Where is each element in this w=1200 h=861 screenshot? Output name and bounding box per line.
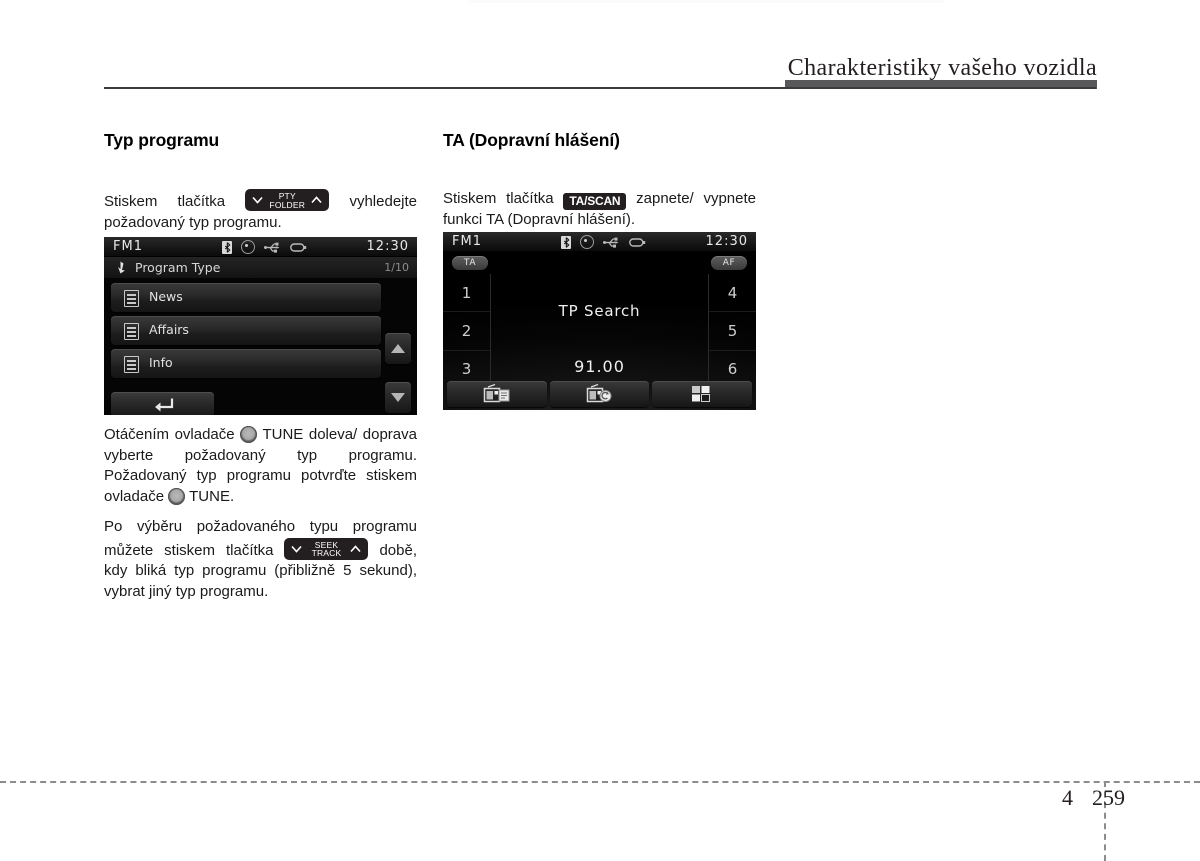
paragraph-text: Stiskem tlačítka xyxy=(104,193,226,210)
status-bar-left: FM1 12:30 xyxy=(104,237,417,257)
disc-icon xyxy=(580,235,594,249)
list-header: Program Type 1/10 xyxy=(104,257,417,279)
section-title-ta: TA (Dopravní hlášení) xyxy=(443,130,620,150)
usb-icon xyxy=(264,242,280,253)
status-icon-group xyxy=(222,240,307,254)
af-status-badge[interactable]: AF xyxy=(711,256,747,270)
preset-grid-button[interactable] xyxy=(652,381,753,407)
chapter-number: 4 xyxy=(1062,785,1073,810)
chevron-down-icon xyxy=(291,545,303,553)
list-item-icon xyxy=(124,356,139,373)
list-item[interactable]: Affairs xyxy=(111,316,381,345)
bluetooth-glyph xyxy=(224,241,230,253)
ta-status-badge[interactable]: TA xyxy=(452,256,488,270)
status-icon-group xyxy=(561,235,646,249)
status-source-label: FM1 xyxy=(113,239,143,254)
radio-scan-button[interactable] xyxy=(549,381,650,407)
bluetooth-icon xyxy=(222,240,232,254)
ta-scan-key[interactable]: TA/SCAN xyxy=(563,193,627,210)
paragraph-tune-instruction: Otáčením ovladače TUNE doleva/ doprava v… xyxy=(104,425,417,507)
list-item-label: Affairs xyxy=(149,322,189,337)
chevron-up-icon xyxy=(311,196,322,204)
scan-artifact xyxy=(468,0,944,3)
bluetooth-glyph xyxy=(563,236,569,248)
section-title-typ-programu: Typ programu xyxy=(104,130,220,150)
return-arrow-icon xyxy=(155,398,174,412)
left-column-lower: Otáčením ovladače TUNE doleva/ doprava v… xyxy=(104,425,417,602)
radio-list-button[interactable] xyxy=(447,381,547,407)
paragraph-text: Stiskem tlačítka xyxy=(443,190,554,207)
softkey-bar xyxy=(443,381,756,410)
scroll-down-button[interactable] xyxy=(385,382,411,413)
list-page-indicator: 1/10 xyxy=(384,261,409,274)
paragraph-text: Otáčením ovladače xyxy=(104,426,235,443)
left-column: Typ programu Stiskem tlačítka PTY FOLDER… xyxy=(104,130,417,239)
preset-grid-icon xyxy=(692,386,711,402)
tune-knob-icon xyxy=(240,426,258,443)
tp-search-status: TP Search xyxy=(558,302,641,320)
radio-scan-icon xyxy=(586,384,611,403)
tune-knob-icon xyxy=(168,487,186,505)
crop-line-horizontal xyxy=(0,781,1200,783)
disc-icon xyxy=(241,240,255,254)
infotainment-screen-radio: FM1 12:30 TA AF 1 2 3 4 5 6 TP Search 91… xyxy=(443,232,756,410)
infotainment-screen-program-type: FM1 12:30 Program Type 1/10 News Affairs… xyxy=(104,237,417,415)
list-body: News Affairs Info xyxy=(104,279,417,415)
list-item[interactable]: News xyxy=(111,283,381,312)
paragraph-seek-instruction: Po výběru požadovaného typu programu můž… xyxy=(104,517,417,602)
paragraph-text: Po výběru požadovaného typu programu můž… xyxy=(104,518,417,559)
page-number: 259 xyxy=(1092,785,1125,810)
paragraph-text-end: TUNE. xyxy=(189,487,235,505)
triangle-down-icon xyxy=(391,393,405,402)
status-clock: 12:30 xyxy=(366,239,409,254)
status-bar-right: FM1 12:30 xyxy=(443,232,756,252)
frequency-display: 91.00 xyxy=(574,357,625,376)
header-rule xyxy=(104,87,1096,89)
list-item[interactable]: Info xyxy=(111,349,381,378)
list-item-icon xyxy=(124,323,139,340)
status-clock: 12:30 xyxy=(705,234,748,249)
aux-icon xyxy=(290,242,307,252)
triangle-up-icon xyxy=(391,344,405,353)
radio-list-icon xyxy=(483,384,510,403)
list-header-title: Program Type xyxy=(135,260,221,275)
page-folio: 4 259 xyxy=(1040,783,1180,813)
list-item-icon xyxy=(124,290,139,307)
paragraph-pty-instruction: Stiskem tlačítka PTY FOLDER vyhledejte p… xyxy=(104,189,417,233)
seek-track-key[interactable]: SEEK TRACK xyxy=(284,537,369,560)
chevron-down-icon xyxy=(252,196,263,204)
back-button[interactable] xyxy=(111,392,214,415)
paragraph-ta-instruction: Stiskem tlačítka TA/SCAN zapnete/ vypnet… xyxy=(443,189,756,231)
pointer-icon xyxy=(118,261,125,274)
pty-folder-key[interactable]: PTY FOLDER xyxy=(245,189,330,211)
aux-icon xyxy=(629,237,646,247)
status-source-label: FM1 xyxy=(452,234,482,249)
radio-body: TA AF 1 2 3 4 5 6 TP Search 91.00 xyxy=(443,252,756,410)
scroll-up-button[interactable] xyxy=(385,333,411,364)
bluetooth-icon xyxy=(561,235,571,249)
usb-icon xyxy=(603,237,619,248)
list-item-label: News xyxy=(149,289,183,304)
list-item-label: Info xyxy=(149,355,173,370)
page-title: Charakteristiky vašeho vozidla xyxy=(787,55,1097,81)
chevron-up-icon xyxy=(350,544,362,552)
right-column: TA (Dopravní hlášení) Stiskem tlačítka T… xyxy=(443,130,756,237)
